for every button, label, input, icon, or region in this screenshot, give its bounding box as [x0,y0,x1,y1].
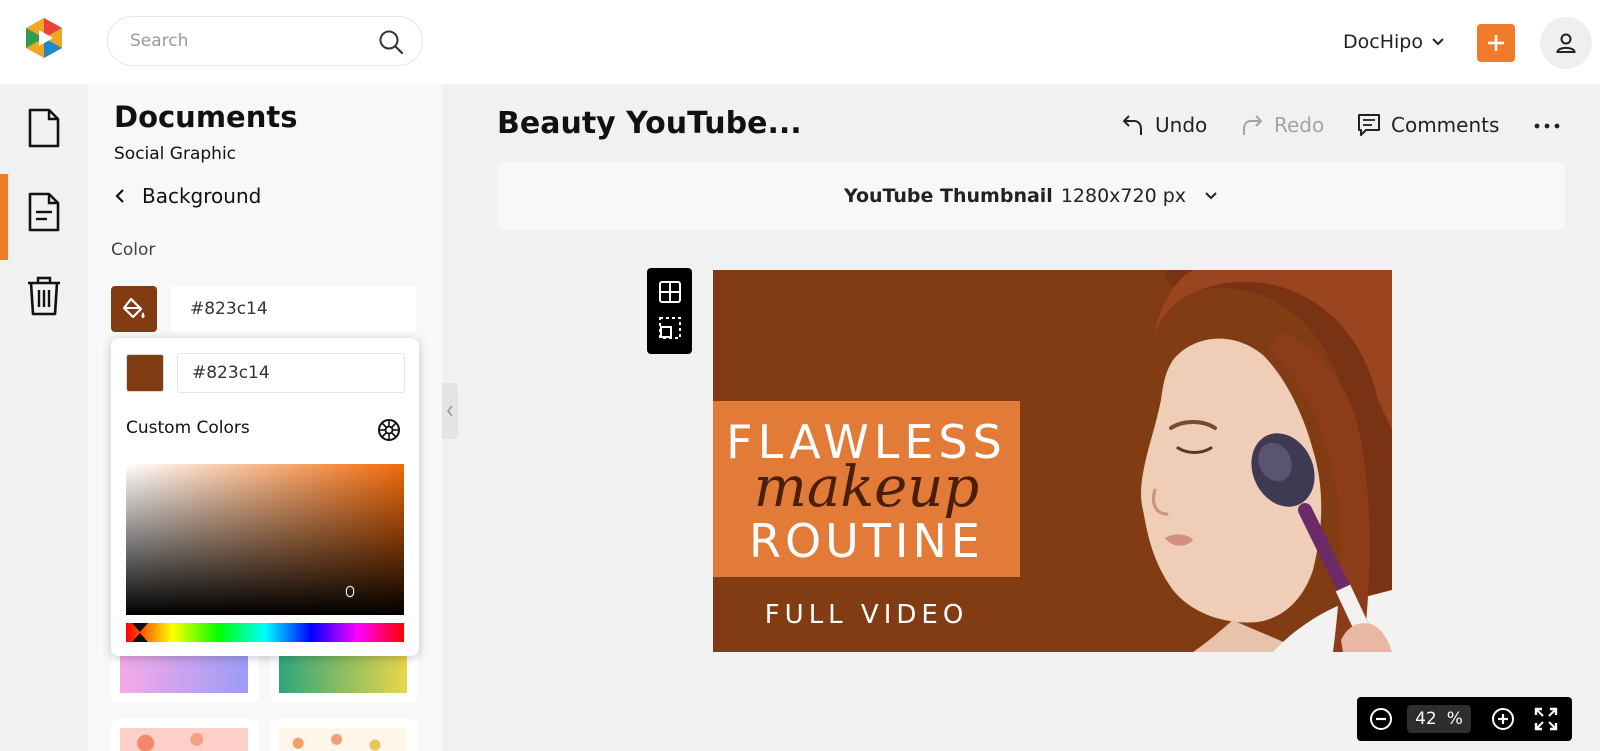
zoom-unit: % [1446,709,1463,729]
undo-icon [1123,115,1142,135]
saturation-cursor[interactable] [346,586,354,597]
top-bar: DocHipo [0,0,1600,84]
color-wheel-icon[interactable] [377,418,401,442]
undo-label: Undo [1155,113,1208,137]
hue-slider[interactable] [126,623,404,642]
color-hex-field[interactable] [171,286,416,332]
collapse-panel-handle[interactable] [442,383,458,439]
comments-label: Comments [1391,113,1500,137]
zoom-value: 42 [1415,709,1437,729]
chevron-left-icon [115,189,124,203]
fullscreen-icon[interactable] [1534,707,1558,731]
panel-title: Documents [114,100,298,134]
user-avatar[interactable] [1540,17,1592,69]
woman-makeup-photo[interactable] [1043,270,1392,652]
rail-item-new-document[interactable] [0,86,88,170]
document-icon [28,108,60,148]
redo-label: Redo [1274,113,1325,137]
document-title[interactable]: Beauty YouTube... [497,106,802,141]
background-thumbnail[interactable] [270,719,418,751]
search-icon[interactable] [378,29,404,55]
zoom-in-icon[interactable] [1491,707,1515,731]
fill-color-button[interactable] [111,286,157,332]
workspace-name: DocHipo [1343,31,1423,53]
custom-colors-label: Custom Colors [126,418,250,438]
comment-icon [1358,114,1380,136]
rail-item-trash[interactable] [0,254,88,338]
color-label: Color [111,240,156,260]
headline-makeup[interactable]: makeup [713,455,1020,520]
select-area-icon[interactable] [658,316,682,340]
current-color-swatch [126,354,164,392]
redo-icon [1243,115,1262,135]
zoom-level[interactable]: 42 % [1407,705,1471,733]
format-selector[interactable]: YouTube Thumbnail 1280x720 px [497,162,1565,230]
hue-slider-handle[interactable] [132,623,148,632]
background-thumbnail[interactable] [111,719,259,751]
saturation-value-area[interactable] [126,464,404,615]
canvas-toolbox [647,268,692,354]
workspace-dropdown[interactable]: DocHipo [1343,27,1445,57]
design-canvas[interactable]: FLAWLESS makeup ROUTINE FULL VIDEO [713,270,1392,652]
search-input[interactable] [130,17,360,65]
plus-icon [1488,35,1504,51]
headline-routine[interactable]: ROUTINE [713,514,1020,568]
document-list-icon [28,192,60,232]
panel-subtitle: Social Graphic [114,144,237,164]
trash-icon [28,276,60,316]
comments-button[interactable]: Comments [1357,110,1499,140]
chevron-down-icon [1205,192,1217,200]
rail-item-documents[interactable] [0,170,88,254]
format-name: YouTube Thumbnail [843,185,1053,207]
color-picker-popover: Custom Colors [111,338,419,656]
add-button[interactable] [1477,24,1515,62]
search-box [107,16,423,66]
hue-slider-handle-bottom[interactable] [132,633,148,642]
dochipo-logo[interactable] [22,16,66,60]
undo-button[interactable]: Undo [1121,110,1207,140]
user-icon [1556,33,1576,53]
more-options-icon[interactable] [1533,114,1561,138]
back-button[interactable]: Background [114,184,261,208]
chevron-down-icon [1432,38,1444,46]
zoom-out-icon[interactable] [1369,707,1393,731]
subline-full-video[interactable]: FULL VIDEO [713,600,1020,630]
chevron-left-icon [446,405,453,417]
paint-bucket-icon [122,297,145,319]
left-rail [0,84,88,751]
redo-button[interactable]: Redo [1240,110,1324,140]
picker-hex-input[interactable] [177,353,405,393]
format-size: 1280x720 px [1060,185,1187,207]
back-label: Background [142,184,262,208]
grid-icon[interactable] [658,280,682,304]
zoom-controls: 42 % [1357,697,1572,741]
